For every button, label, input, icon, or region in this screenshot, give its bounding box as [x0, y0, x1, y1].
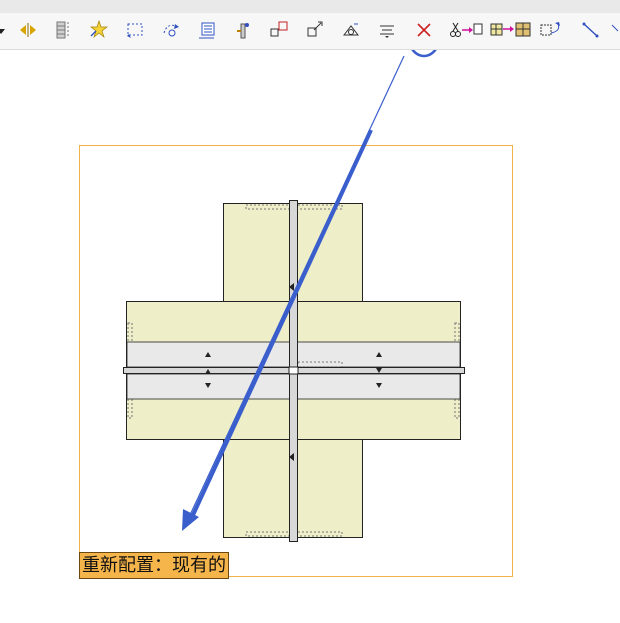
overflow-icon[interactable] — [608, 17, 620, 43]
grid-transfer-icon[interactable] — [489, 17, 533, 43]
star-sparkle-icon[interactable] — [86, 17, 112, 43]
cut-copy-icon[interactable] — [448, 17, 484, 43]
delete-x-icon[interactable] — [411, 17, 437, 43]
drawing-canvas[interactable]: 重新配置：现有的 — [0, 50, 620, 623]
connector-post-icon[interactable] — [230, 17, 256, 43]
center-node — [288, 366, 299, 375]
highlight-circle — [411, 50, 437, 58]
rotate-selection-icon[interactable] — [158, 17, 184, 43]
title-strip — [0, 0, 620, 14]
joint-drawing — [79, 50, 513, 577]
column-layers-icon[interactable] — [50, 17, 76, 43]
status-label: 重新配置：现有的 — [79, 552, 229, 579]
select-rectangle-icon[interactable] — [122, 17, 148, 43]
align-text-icon[interactable] — [374, 17, 400, 43]
rotate-copy-icon[interactable] — [537, 17, 567, 43]
scale-boxes-icon[interactable] — [266, 17, 292, 43]
anchor-settings-icon[interactable] — [338, 17, 364, 43]
list-panel-icon[interactable] — [194, 17, 220, 43]
diagonal-line-icon[interactable] — [578, 17, 604, 43]
dropdown-arrow-icon[interactable] — [0, 17, 8, 43]
resize-arrows-icon[interactable] — [302, 17, 328, 43]
toolbar — [0, 13, 620, 50]
flip-horizontal-icon[interactable] — [15, 17, 41, 43]
